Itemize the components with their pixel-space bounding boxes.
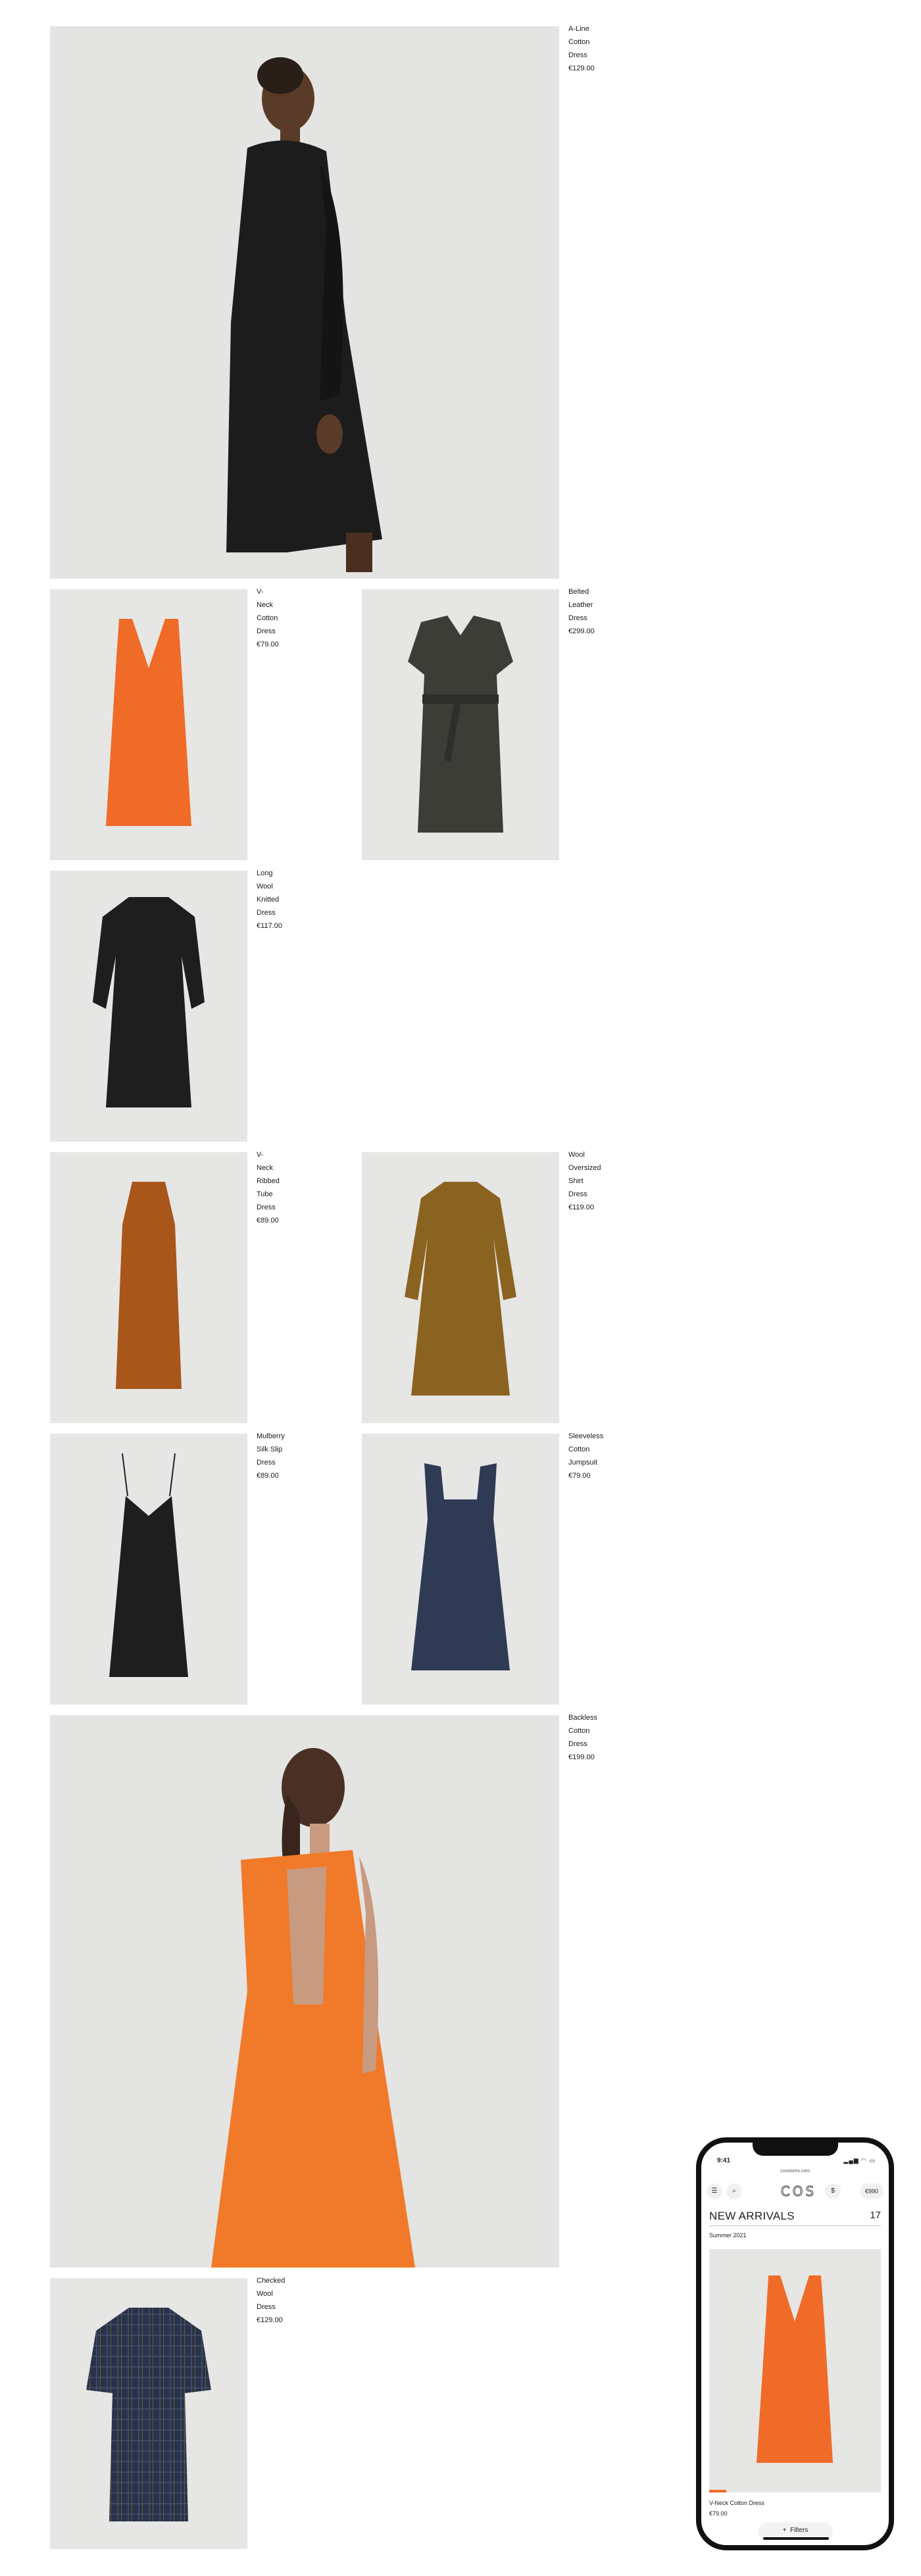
product-name[interactable]: Wool Oversized Shirt Dress [568,1148,601,1201]
product-name[interactable]: Mulberry Silk Slip Dress [257,1430,285,1469]
product-name[interactable]: V-Neck Ribbed Tube Dress [257,1148,280,1214]
product-meta: V-Neck Cotton Dress €79.00 [709,2498,764,2519]
collection-subtitle: Summer 2021 [709,2232,747,2239]
color-swatches [50,2265,68,2268]
address-bar[interactable]: cosstores.com [701,2169,889,2174]
product-price: €129.00 [257,2316,283,2324]
product-image[interactable] [709,2249,881,2492]
filters-label: Filters [790,2527,809,2534]
color-swatches [50,858,68,860]
color-swatches [50,1139,68,1142]
shirt-dress-illustration [362,1152,559,1423]
bag-icon[interactable]: $ [825,2183,841,2199]
product-image[interactable] [362,1434,559,1705]
product-price: €117.00 [257,922,282,930]
product-meta: Long Wool Knitted Dress €117.00 [257,867,282,933]
color-swatches [50,2546,68,2549]
slip-dress-illustration [50,1434,247,1705]
brand-logo[interactable]: COS [772,2183,825,2200]
status-time: 9:41 [717,2157,731,2164]
product-price: €89.00 [257,1217,279,1225]
checked-dress-illustration [50,2278,247,2549]
color-swatches [50,1702,68,1705]
bag-total[interactable]: €990 [859,2183,884,2199]
plus-icon: + [782,2527,787,2534]
product-name[interactable]: Belted Leather Dress [568,585,595,625]
product-name[interactable]: Sleeveless Cotton Jumpsuit [568,1430,603,1469]
color-swatches [362,858,380,860]
color-swatches [50,1421,68,1423]
product-price: €79.00 [568,1472,591,1480]
phone-notch [753,2143,838,2156]
color-swatches [50,576,92,579]
product-image[interactable] [50,1434,247,1705]
page-title: NEW ARRIVALS [709,2210,795,2222]
product-price: €79.00 [709,2510,728,2517]
product-image[interactable] [50,589,247,860]
menu-icon[interactable]: ☰ [707,2183,722,2199]
orange-dress-illustration [50,589,247,860]
product-image[interactable] [362,589,559,860]
jumpsuit-illustration [362,1434,559,1705]
product-name[interactable]: A-Line Cotton Dress [568,22,595,62]
product-price: €199.00 [568,1753,595,1761]
product-meta: Checked Wool Dress €129.00 [257,2274,285,2327]
product-image[interactable] [50,1715,559,2268]
product-image[interactable] [50,1152,247,1423]
product-price: €119.00 [568,1203,594,1211]
product-name[interactable]: Checked Wool Dress [257,2274,285,2314]
product-meta: Mulberry Silk Slip Dress €89.00 [257,1430,285,1482]
product-price: €129.00 [568,64,595,72]
knit-dress-illustration [50,871,247,1142]
product-price: €89.00 [257,1472,279,1480]
model-black-dress-illustration [50,26,559,579]
color-swatches [362,1702,380,1705]
product-meta: V-Neck Ribbed Tube Dress €89.00 [257,1148,280,1227]
product-meta: Wool Oversized Shirt Dress €119.00 [568,1148,601,1214]
search-icon[interactable]: ⌕ [726,2183,742,2199]
product-name[interactable]: V-Neck Cotton Dress [257,585,279,638]
model-orange-dress-illustration [50,1715,559,2268]
product-meta: Belted Leather Dress €299.00 [568,585,595,638]
product-image[interactable] [362,1152,559,1423]
product-price: €299.00 [568,627,595,635]
product-image[interactable] [50,26,559,579]
product-name[interactable]: V-Neck Cotton Dress [709,2498,764,2508]
product-price: €79.00 [257,641,279,648]
product-meta: Backless Cotton Dress €199.00 [568,1711,597,1764]
product-name[interactable]: Backless Cotton Dress [568,1711,597,1751]
tube-dress-illustration [50,1152,247,1423]
phone-mockup: 9:41 ▂▄▆ ◠ ▭ cosstores.com ☰ ⌕ COS $ €99… [696,2137,894,2550]
color-swatches [362,1421,403,1423]
product-meta: Sleeveless Cotton Jumpsuit €79.00 [568,1430,603,1482]
filters-button[interactable]: + Filters [759,2523,832,2539]
product-name[interactable]: Long Wool Knitted Dress [257,867,282,919]
leather-dress-illustration [362,589,559,860]
status-icons: ▂▄▆ ◠ ▭ [843,2157,876,2164]
product-meta: V-Neck Cotton Dress €79.00 [257,585,279,651]
product-image[interactable] [50,871,247,1142]
product-meta: A-Line Cotton Dress €129.00 [568,22,595,75]
product-image[interactable] [50,2278,247,2549]
orange-dress-illustration [709,2249,881,2492]
home-indicator [763,2537,829,2540]
swatch[interactable] [709,2490,726,2492]
product-count: 17 [870,2210,881,2221]
mobile-header: ☰ ⌕ COS $ €990 [707,2182,884,2200]
divider [709,2225,881,2226]
